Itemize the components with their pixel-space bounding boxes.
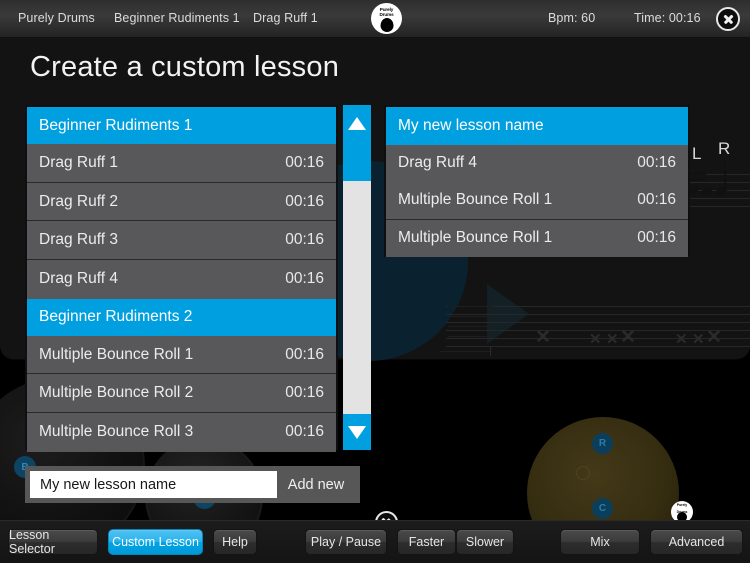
staff-line [448, 336, 493, 337]
lesson-group-label: Beginner Rudiments 1 [114, 11, 240, 25]
mix-button[interactable]: Mix [560, 529, 640, 555]
list-item[interactable]: Multiple Bounce Roll 1 00:16 [27, 335, 336, 375]
scroll-up-button[interactable] [343, 105, 371, 141]
x-notehead: ✕ [706, 327, 722, 348]
list-item-duration: 00:16 [285, 192, 324, 210]
list-item-duration: 00:16 [285, 384, 324, 402]
list-item-label: Multiple Bounce Roll 1 [398, 191, 553, 209]
bpm-readout: Bpm: 60 [548, 11, 596, 25]
list-item-duration: 00:16 [285, 231, 324, 249]
list-item[interactable]: Drag Ruff 1 00:16 [27, 144, 336, 183]
scroll-down-button[interactable] [343, 414, 371, 450]
slower-button[interactable]: Slower [456, 529, 514, 555]
drum-pad-c: C [592, 498, 613, 519]
list-group-header[interactable]: Beginner Rudiments 2 [27, 298, 336, 336]
logo-text-line2: Drums [379, 12, 394, 17]
bar-line [490, 346, 491, 356]
page-title: Create a custom lesson [30, 51, 340, 83]
list-item-label: Multiple Bounce Roll 1 [39, 345, 194, 363]
x-notehead: ✕ [606, 331, 619, 348]
scrollbar-thumb-filled[interactable] [343, 141, 371, 181]
top-status-bar: Purely Drums Beginner Rudiments 1 Drag R… [0, 0, 750, 38]
help-button[interactable]: Help [213, 529, 257, 555]
list-item-duration: 00:16 [285, 345, 324, 363]
list-group-header[interactable]: My new lesson name [386, 107, 688, 145]
x-notehead: ✕ [620, 327, 636, 348]
list-item-duration: 00:16 [637, 191, 676, 209]
list-item-duration: 00:16 [637, 229, 676, 247]
list-group-header[interactable]: Beginner Rudiments 1 [27, 107, 336, 144]
list-item[interactable]: Multiple Bounce Roll 2 00:16 [27, 374, 336, 414]
time-readout: Time: 00:16 [634, 11, 701, 25]
list-item-label: Drag Ruff 3 [39, 231, 118, 249]
bottom-toolbar: Lesson Selector Custom Lesson Help Play … [0, 520, 750, 563]
play-pause-button[interactable]: Play / Pause [305, 529, 387, 555]
x-notehead: ✕ [535, 327, 551, 348]
list-item-label: My new lesson name [398, 116, 544, 134]
logo-dot [380, 18, 393, 32]
list-item-label: Multiple Bounce Roll 1 [398, 229, 553, 247]
lesson-list-scrollbar[interactable] [343, 105, 371, 450]
list-item[interactable]: Drag Ruff 4 00:16 [27, 260, 336, 299]
list-item-duration: 00:16 [285, 270, 324, 288]
x-notehead: ✕ [675, 331, 688, 348]
app-logo-small: Purely Drums [671, 501, 693, 520]
list-item-label: Drag Ruff 2 [39, 192, 118, 210]
list-item-label: Multiple Bounce Roll 2 [39, 384, 194, 402]
advanced-button[interactable]: Advanced [650, 529, 743, 555]
custom-lesson-panel: My new lesson name Drag Ruff 4 00:16 Multip… [384, 105, 690, 257]
cymbal-bell [576, 466, 590, 480]
list-item-label: Drag Ruff 1 [39, 153, 118, 171]
x-notehead: ✕ [692, 331, 705, 348]
staff-line [448, 306, 493, 307]
custom-lesson-button[interactable]: Custom Lesson [108, 529, 203, 555]
available-lessons-panel: Beginner Rudiments 1 Drag Ruff 1 00:16 Drag… [25, 105, 338, 452]
staff-line [448, 316, 493, 317]
staff-line [440, 351, 492, 352]
add-lesson-bar: Add new [25, 466, 360, 503]
list-item-label: Multiple Bounce Roll 3 [39, 423, 194, 441]
list-item-duration: 00:16 [285, 423, 324, 441]
add-new-button[interactable]: Add new [277, 471, 355, 498]
list-item-label: Drag Ruff 4 [398, 154, 477, 172]
list-item[interactable]: Drag Ruff 2 00:16 [27, 182, 336, 222]
sticking-right-label: R [718, 139, 731, 158]
app-window: L R ✕ ✕ ✕ ✕ ✕ ✕ ✕ R C Purely Purely Drum… [0, 0, 750, 563]
available-lessons-list[interactable]: Beginner Rudiments 1 Drag Ruff 1 00:16 Drag… [27, 107, 336, 452]
lesson-name-input[interactable] [30, 471, 277, 498]
sticking-left-label: L [692, 144, 702, 163]
drum-pad-r: R [592, 433, 613, 454]
staff-line [446, 322, 750, 323]
list-item-duration: 00:16 [285, 153, 324, 171]
list-item-duration: 00:16 [637, 154, 676, 172]
current-lesson-label: Drag Ruff 1 [253, 11, 318, 25]
scrollbar-track[interactable] [343, 141, 371, 414]
logo-dot [677, 512, 687, 520]
list-item-label: Beginner Rudiments 2 [39, 308, 193, 326]
ride-cymbal: R C [527, 417, 679, 520]
close-icon[interactable] [375, 511, 398, 520]
lesson-selector-button[interactable]: Lesson Selector [8, 528, 98, 556]
list-item[interactable]: Drag Ruff 3 00:16 [27, 221, 336, 261]
note-beam [688, 178, 706, 181]
scrollbar-thumb[interactable] [343, 181, 371, 414]
x-notehead: ✕ [589, 331, 602, 348]
list-item-label: Beginner Rudiments 1 [39, 116, 193, 134]
list-item[interactable]: Multiple Bounce Roll 3 00:16 [27, 413, 336, 452]
note-beam [688, 172, 706, 175]
list-item-label: Drag Ruff 4 [39, 270, 118, 288]
app-name-label: Purely Drums [18, 11, 95, 25]
app-logo: Purely Drums [371, 3, 402, 34]
faster-button[interactable]: Faster [397, 529, 456, 555]
staff-line [446, 314, 750, 315]
triangle-up-icon [348, 116, 366, 130]
triangle-down-icon [348, 425, 366, 439]
list-item[interactable]: Multiple Bounce Roll 1 00:16 [386, 219, 688, 257]
custom-lesson-list[interactable]: My new lesson name Drag Ruff 4 00:16 Multip… [386, 107, 688, 257]
staff-line [448, 326, 493, 327]
list-item[interactable]: Drag Ruff 4 00:16 [386, 144, 688, 182]
close-icon[interactable] [716, 7, 740, 31]
list-item[interactable]: Multiple Bounce Roll 1 00:16 [386, 182, 688, 220]
